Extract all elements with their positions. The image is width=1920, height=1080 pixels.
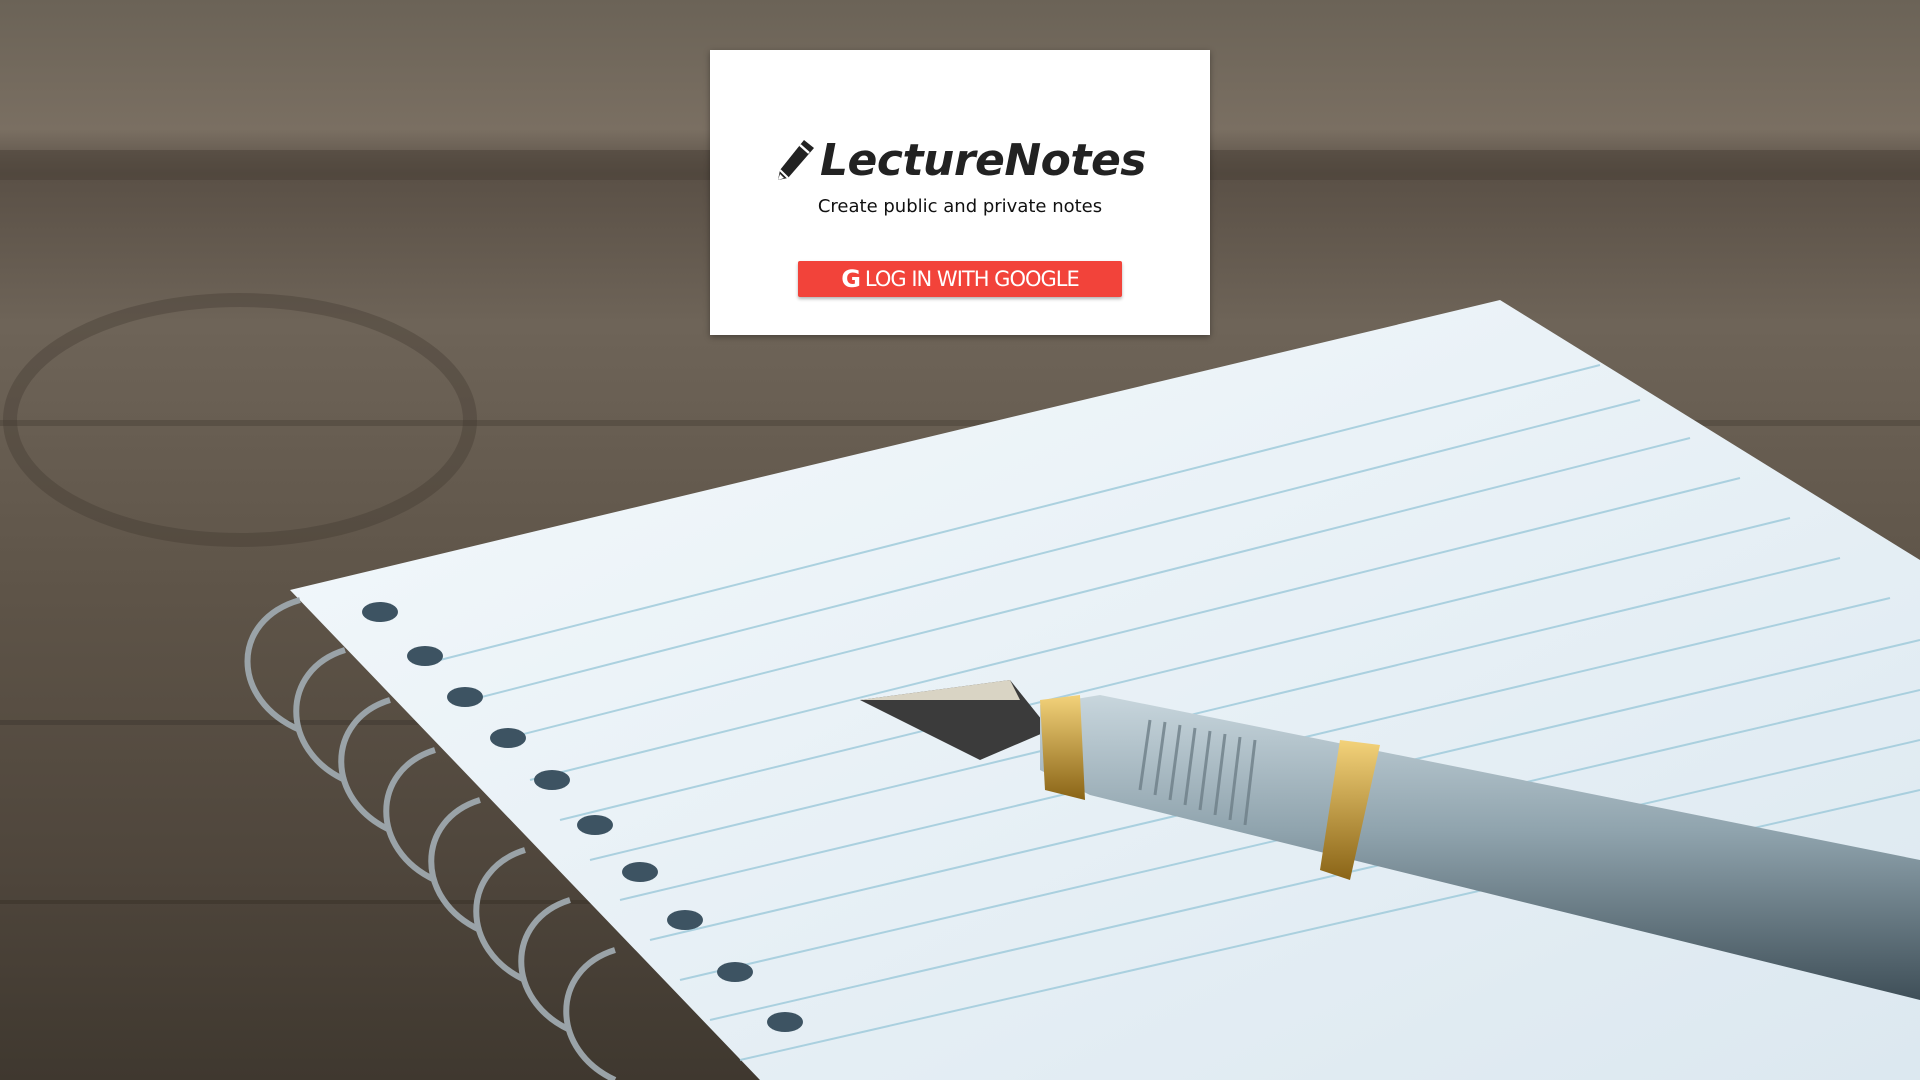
login-card: LectureNotes Create public and private n… bbox=[710, 50, 1210, 335]
app-tagline: Create public and private notes bbox=[817, 196, 1103, 217]
brand-header: LectureNotes bbox=[710, 130, 1210, 190]
pencil-icon bbox=[778, 140, 814, 180]
google-login-label: LOG IN WITH GOOGLE bbox=[864, 266, 1080, 291]
app-title: LectureNotes bbox=[820, 134, 1146, 186]
google-g-icon: G bbox=[841, 265, 861, 293]
google-login-button[interactable]: G LOG IN WITH GOOGLE bbox=[798, 261, 1122, 297]
